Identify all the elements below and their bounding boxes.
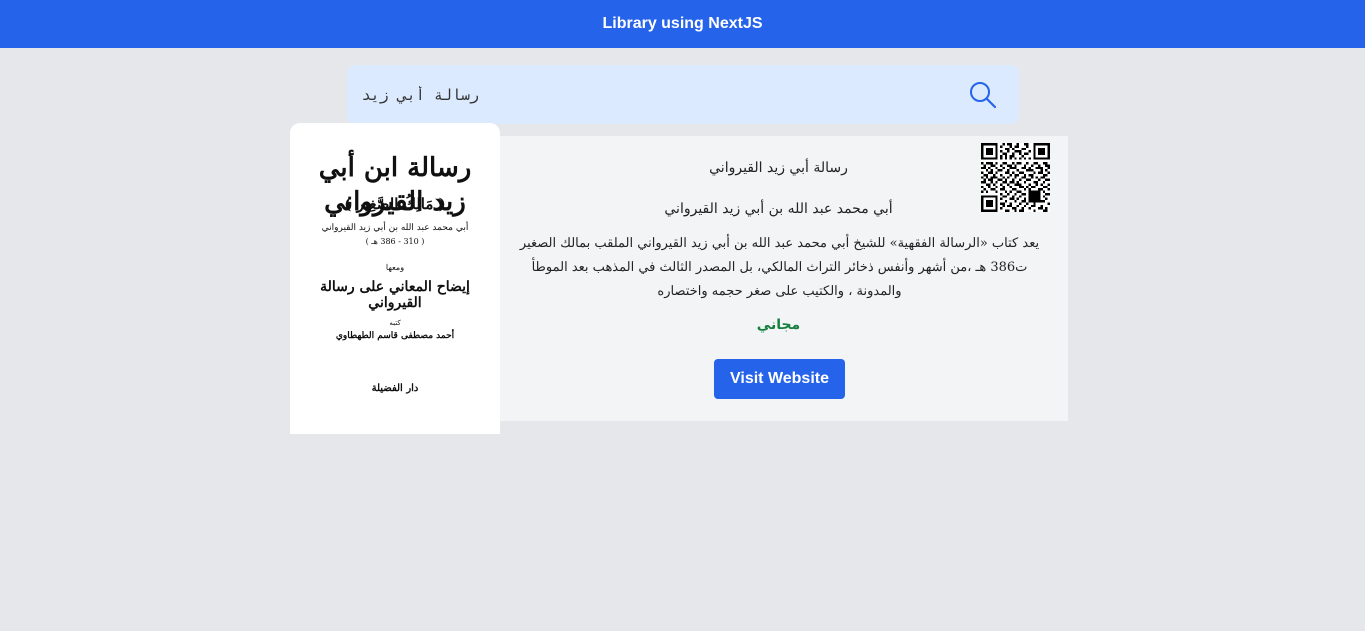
book-author: أبي محمد عبد الله بن أبي زيد القيرواني bbox=[664, 201, 893, 217]
cover-author: أبي محمد عبد الله بن أبي زيد القيرواني bbox=[321, 223, 469, 233]
search-box bbox=[347, 65, 1019, 124]
book-title: رسالة أبي زيد القيرواني bbox=[709, 160, 848, 176]
search-icon[interactable] bbox=[969, 81, 997, 109]
cover-dates: ( 310 - 386 هـ ) bbox=[365, 237, 425, 246]
cover-with: ومعها bbox=[385, 263, 405, 272]
cover-title2: إيضاح المعاني على رسالة القيرواني bbox=[320, 279, 470, 311]
price-label: مجاني bbox=[756, 317, 801, 333]
book-cover-image: رسالة ابن أبي زيد القيرواني ( مَالِكُ ال… bbox=[290, 123, 500, 434]
cover-publisher: دار الفضيلة bbox=[371, 383, 419, 394]
cover-by: كتبه bbox=[389, 319, 401, 327]
cover-author2: أحمد مصطفى قاسم الطهطاوي bbox=[335, 331, 455, 341]
app-title: Library using NextJS bbox=[602, 15, 763, 32]
search-input[interactable] bbox=[357, 75, 497, 115]
visit-website-button[interactable]: Visit Website bbox=[714, 359, 845, 399]
top-bar: Library using NextJS bbox=[0, 0, 1365, 48]
book-description: يعد كتاب «الرسالة الفقهية» للشيخ أبي محم… bbox=[519, 236, 1040, 299]
cover-subtitle: ( مَالِكُ الصَّغِير ) bbox=[344, 195, 446, 213]
